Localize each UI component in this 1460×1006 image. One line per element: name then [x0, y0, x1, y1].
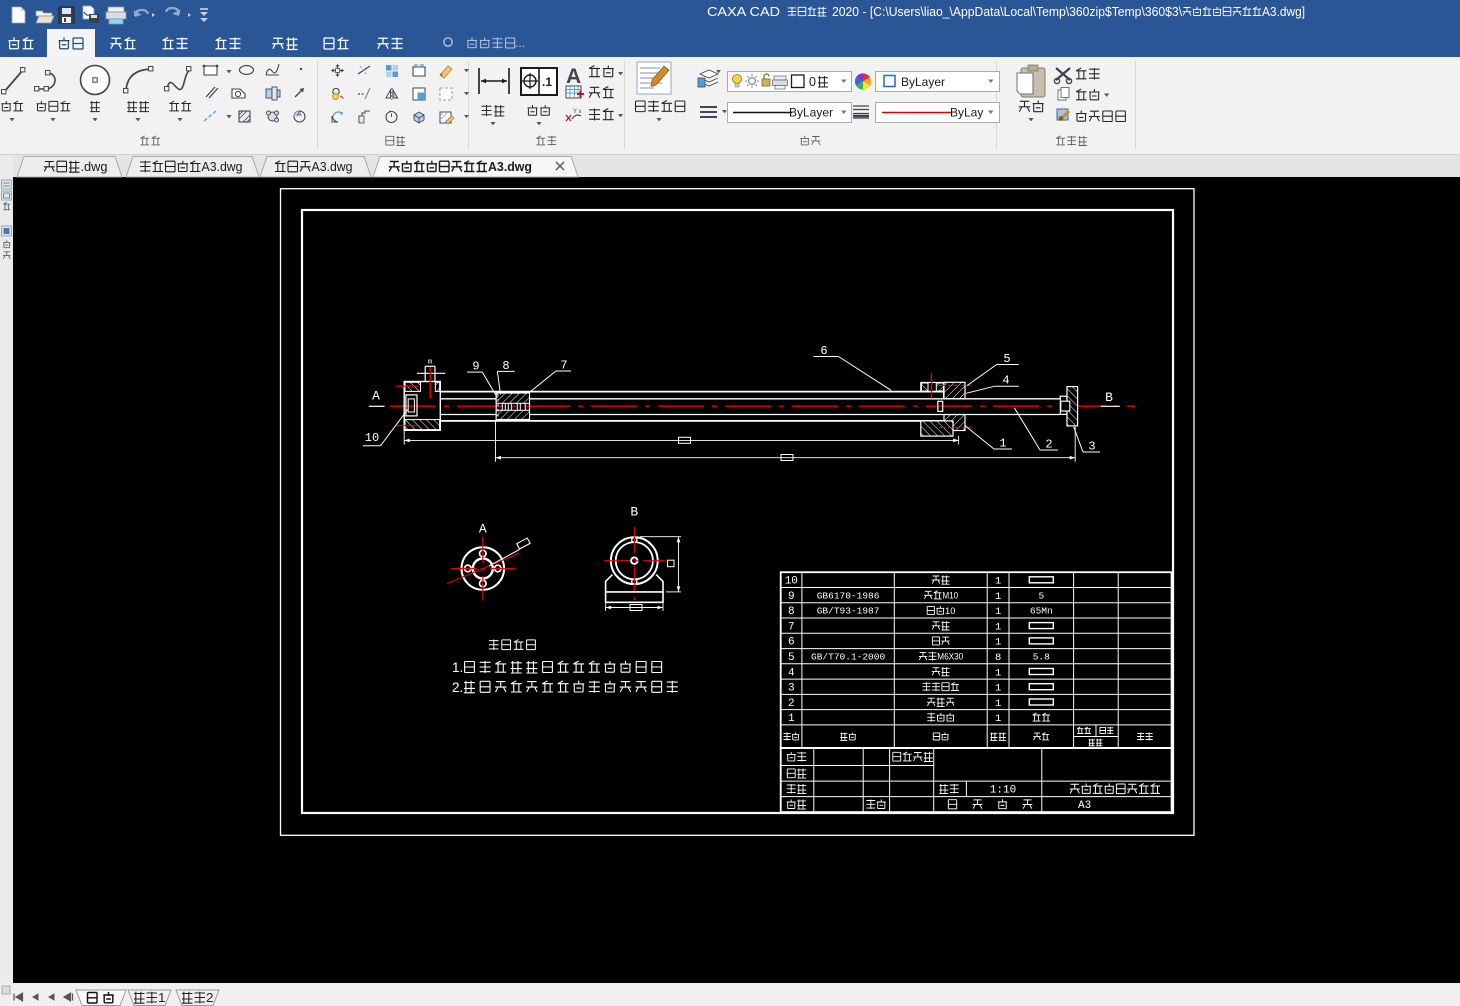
- svg-text:6: 6: [788, 637, 795, 649]
- svg-text:B: B: [630, 505, 638, 520]
- svg-text:A: A: [566, 65, 581, 88]
- svg-text:...: ...: [515, 36, 525, 50]
- svg-text:7: 7: [788, 621, 795, 633]
- svg-text:M10: M10: [942, 591, 958, 602]
- svg-text:ByLayer: ByLayer: [901, 75, 945, 89]
- svg-text:8: 8: [995, 652, 1001, 664]
- svg-text:A3.dwg]: A3.dwg]: [1262, 5, 1305, 19]
- svg-text:6: 6: [820, 344, 827, 358]
- svg-text:A: A: [297, 111, 302, 118]
- svg-text:2: 2: [788, 698, 795, 710]
- svg-text:1: 1: [158, 991, 166, 1005]
- svg-text:9: 9: [788, 591, 795, 603]
- svg-text:1: 1: [995, 576, 1001, 588]
- svg-text:1: 1: [999, 437, 1006, 451]
- svg-text:2020 - [C:\Users\liao_\AppData: 2020 - [C:\Users\liao_\AppData\Local\Tem…: [832, 5, 1183, 19]
- svg-text:10: 10: [365, 431, 379, 445]
- svg-text:5.8: 5.8: [1033, 651, 1050, 662]
- svg-text:4: 4: [788, 667, 795, 679]
- svg-text:GB/T93-1987: GB/T93-1987: [817, 606, 880, 617]
- svg-text:10: 10: [945, 606, 955, 617]
- svg-text:A3: A3: [1078, 800, 1091, 812]
- svg-text:3: 3: [788, 683, 795, 695]
- svg-text:1.: 1.: [452, 660, 463, 675]
- svg-text:1: 1: [995, 591, 1001, 603]
- svg-text:M6X30: M6X30: [937, 652, 963, 663]
- svg-text:1: 1: [995, 606, 1001, 618]
- svg-text:1: 1: [995, 683, 1001, 695]
- svg-text:A: A: [479, 522, 487, 537]
- svg-text:1: 1: [995, 713, 1001, 725]
- svg-text:10: 10: [785, 576, 798, 588]
- svg-text:0: 0: [809, 75, 816, 89]
- svg-text:7: 7: [560, 359, 567, 373]
- svg-text:CAXA CAD: CAXA CAD: [707, 5, 780, 19]
- svg-text:1: 1: [995, 621, 1001, 633]
- svg-text:A3.dwg: A3.dwg: [202, 160, 243, 174]
- svg-text:.1: .1: [542, 75, 552, 89]
- svg-text:1: 1: [995, 667, 1001, 679]
- svg-text:1: 1: [995, 637, 1001, 649]
- svg-text:B: B: [1105, 390, 1113, 405]
- svg-text:8: 8: [788, 606, 795, 618]
- svg-text:1:10: 1:10: [990, 785, 1016, 797]
- svg-text:ByLay: ByLay: [950, 106, 983, 120]
- svg-text:5: 5: [1038, 590, 1044, 601]
- svg-text:65Mn: 65Mn: [1030, 606, 1053, 617]
- svg-text:2.: 2.: [452, 680, 463, 695]
- svg-text:1: 1: [995, 698, 1001, 710]
- svg-text:3: 3: [1088, 440, 1095, 454]
- svg-text:Y x: Y x: [573, 109, 582, 115]
- svg-text:.dwg: .dwg: [81, 160, 108, 174]
- svg-text:9: 9: [472, 360, 479, 374]
- svg-text:5: 5: [1003, 352, 1010, 366]
- svg-text:A3.dwg: A3.dwg: [488, 160, 532, 174]
- svg-text:1: 1: [788, 713, 795, 725]
- svg-text:A: A: [372, 389, 380, 404]
- svg-text:4: 4: [1002, 374, 1009, 388]
- svg-text:2: 2: [206, 991, 214, 1005]
- svg-text:m: m: [428, 359, 432, 367]
- svg-text:A3.dwg: A3.dwg: [312, 160, 353, 174]
- svg-text:2: 2: [1045, 438, 1052, 452]
- svg-text:GB6170-1986: GB6170-1986: [817, 590, 880, 601]
- svg-text:GB/T70.1-2000: GB/T70.1-2000: [811, 651, 885, 662]
- svg-text:ByLayer: ByLayer: [789, 106, 833, 120]
- svg-text:5: 5: [788, 652, 795, 664]
